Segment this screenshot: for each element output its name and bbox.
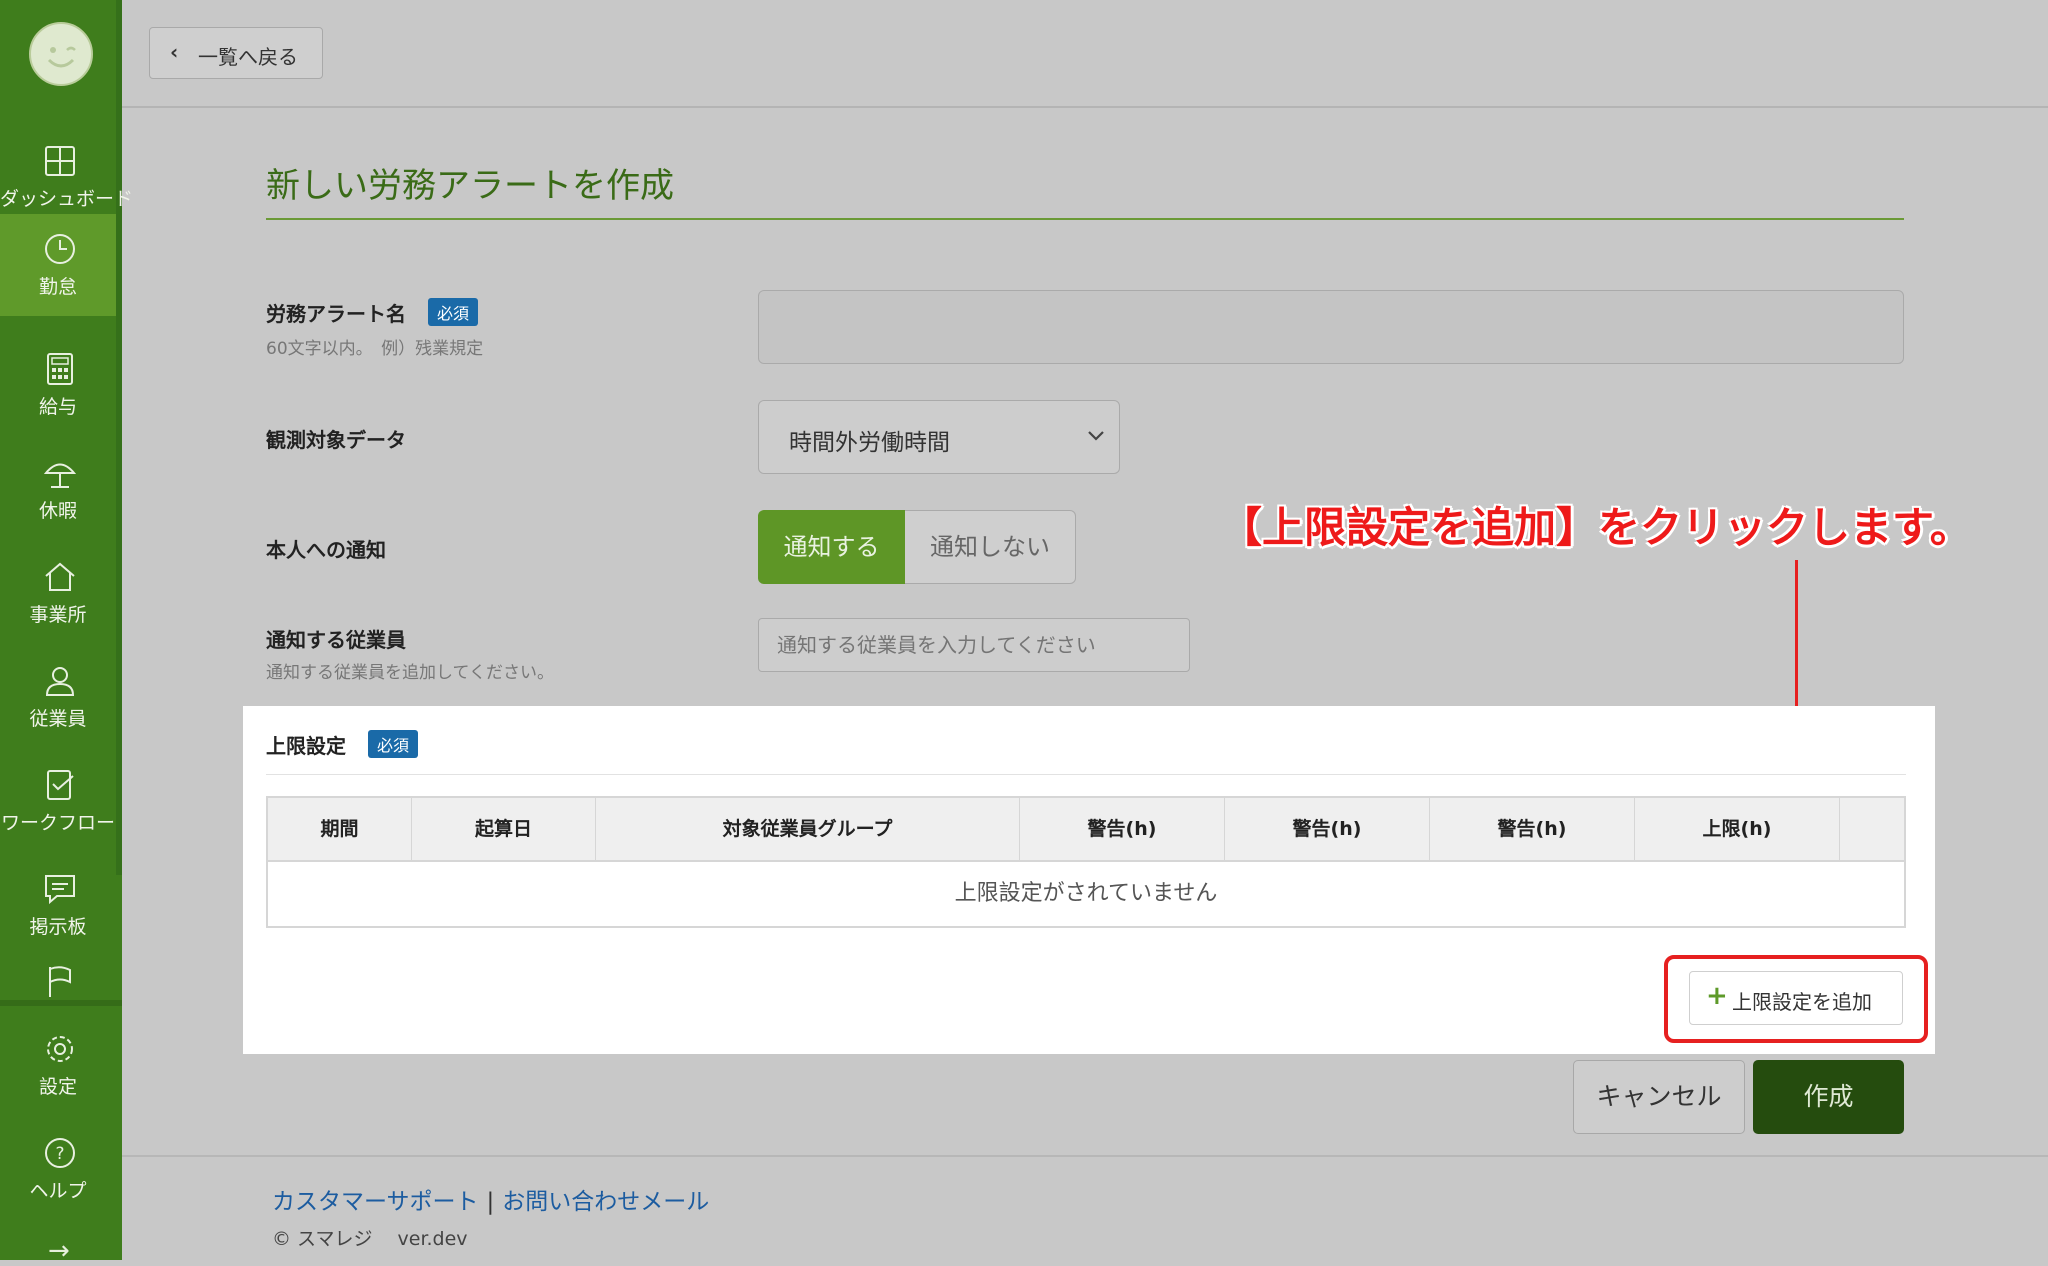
sidebar-item-payroll[interactable]: 給与 (0, 334, 116, 434)
column-header: 対象従業員グループ (596, 798, 1020, 860)
sidebar-item-help[interactable]: ? ヘルプ (0, 1118, 116, 1218)
limit-settings-title-text: 上限設定 (266, 734, 346, 758)
observed-data-label: 観測対象データ (266, 428, 406, 452)
column-header: 上限(h) (1635, 798, 1840, 860)
alert-name-label-text: 労務アラート名 (266, 302, 406, 326)
footer-divider (122, 1155, 2048, 1157)
sidebar-collapse-arrow-icon[interactable]: → (48, 1236, 70, 1266)
sidebar-item-settings[interactable]: 設定 (0, 1014, 116, 1114)
chevron-left-icon: ‹ (170, 40, 179, 64)
topbar: ‹ 一覧へ戻る (122, 0, 2048, 108)
sidebar-scrollbar[interactable] (116, 0, 122, 875)
sidebar-divider (0, 1000, 122, 1006)
contact-mail-link[interactable]: お問い合わせメール (502, 1189, 709, 1215)
required-badge: 必須 (368, 730, 419, 758)
column-header: 起算日 (412, 798, 596, 860)
footer-copyright: © スマレジ ver.dev (272, 1228, 468, 1250)
person-icon (45, 667, 75, 696)
empty-table-message: 上限設定がされていません (954, 881, 1218, 906)
svg-text:?: ? (55, 1144, 64, 1164)
dashboard-icon (45, 146, 75, 176)
sidebar-item-label: 勤怠 (38, 276, 77, 298)
create-button[interactable]: 作成 (1753, 1060, 1904, 1134)
column-header: 警告(h) (1225, 798, 1430, 860)
sidebar-item-flag[interactable] (0, 950, 116, 1000)
checklist-icon (47, 770, 74, 800)
alert-name-input[interactable] (758, 290, 1904, 364)
clock-icon (45, 234, 75, 264)
column-header: 警告(h) (1430, 798, 1635, 860)
notify-on-toggle[interactable]: 通知する (758, 510, 905, 584)
umbrella-icon (43, 463, 77, 488)
alert-name-help: 60文字以内。 例）残業規定 (266, 339, 484, 359)
title-divider (266, 218, 1904, 220)
customer-support-link[interactable]: カスタマーサポート (272, 1189, 479, 1215)
limit-settings-title: 上限設定 必須 (266, 730, 419, 759)
sidebar-item-label: 掲示板 (29, 916, 87, 938)
cancel-button[interactable]: キャンセル (1573, 1060, 1745, 1134)
sidebar-item-leave[interactable]: 休暇 (0, 438, 116, 538)
app-logo[interactable] (29, 22, 93, 86)
gear-icon (47, 1036, 73, 1062)
notify-employees-help: 通知する従業員を追加してください。 (266, 663, 554, 683)
help-icon: ? (45, 1138, 75, 1168)
notify-off-toggle[interactable]: 通知しない (905, 510, 1076, 584)
table-header: 期間 起算日 対象従業員グループ 警告(h) 警告(h) 警告(h) 上限(h) (268, 798, 1904, 862)
page-title: 新しい労務アラートを作成 (266, 166, 674, 206)
panel-divider (266, 774, 1906, 775)
sidebar: ダッシュボード 勤怠 給与 休暇 事業所 従業員 ワークフロー 掲示板 設定 ?… (0, 0, 134, 1266)
callout-highlight-box (1664, 955, 1928, 1043)
sidebar-item-board[interactable]: 掲示板 (0, 854, 116, 954)
chat-icon (45, 875, 75, 905)
flag-icon (49, 966, 71, 997)
column-header: 期間 (268, 798, 412, 860)
sidebar-item-office[interactable]: 事業所 (0, 542, 116, 642)
calculator-icon (47, 353, 73, 385)
alert-name-label: 労務アラート名 必須 (266, 298, 479, 327)
observed-data-select[interactable]: 時間外労働時間 (758, 400, 1120, 474)
sidebar-item-label: 休暇 (38, 500, 77, 522)
sidebar-item-label: 従業員 (29, 708, 87, 730)
back-button-label: 一覧へ戻る (198, 45, 298, 69)
observed-data-value: 時間外労働時間 (789, 430, 950, 456)
sidebar-item-attendance[interactable]: 勤怠 (0, 214, 116, 316)
column-header (1840, 798, 1904, 860)
chevron-down-icon (1088, 431, 1104, 441)
sidebar-item-label: 設定 (38, 1076, 77, 1098)
notify-employees-input[interactable] (758, 618, 1190, 672)
footer-links: カスタマーサポート | お問い合わせメール (272, 1182, 709, 1216)
sidebar-item-workflow[interactable]: ワークフロー (0, 750, 116, 850)
back-to-list-button[interactable]: ‹ 一覧へ戻る (149, 27, 323, 79)
required-badge: 必須 (428, 298, 479, 326)
home-icon (45, 562, 75, 591)
footer-separator: | (486, 1189, 495, 1215)
sidebar-item-employees[interactable]: 従業員 (0, 646, 116, 746)
instruction-callout: 【上限設定を追加】をクリックします。 (1220, 503, 1972, 552)
notify-employees-label: 通知する従業員 (266, 628, 406, 652)
sidebar-item-dashboard[interactable]: ダッシュボード (0, 126, 134, 226)
sidebar-item-label: 事業所 (29, 604, 87, 626)
sidebar-item-label: ヘルプ (29, 1180, 87, 1202)
notify-self-label: 本人への通知 (266, 538, 386, 562)
sidebar-item-label: ワークフロー (0, 812, 115, 834)
limit-settings-table: 期間 起算日 対象従業員グループ 警告(h) 警告(h) 警告(h) 上限(h)… (266, 796, 1906, 928)
column-header: 警告(h) (1020, 798, 1225, 860)
sidebar-item-label: ダッシュボード (0, 188, 134, 210)
sidebar-item-label: 給与 (38, 396, 77, 418)
